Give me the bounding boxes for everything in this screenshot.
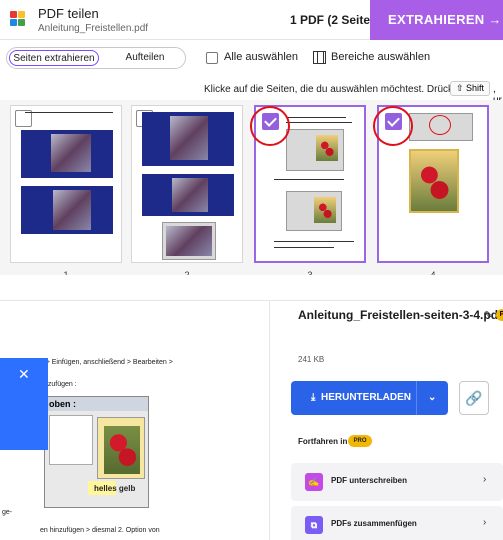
chevron-down-icon[interactable]: ⌄ bbox=[428, 381, 436, 415]
text-line bbox=[286, 117, 346, 118]
photo-grid-image bbox=[170, 116, 208, 160]
page-thumbnail-1[interactable] bbox=[10, 105, 122, 263]
screen: PDF teilen Anleitung_Freistellen.pdf 1 P… bbox=[0, 0, 503, 540]
action-sign-pdf[interactable]: ✍ PDF unterschreiben › bbox=[291, 463, 503, 501]
output-filename: Anleitung_Freistellen-seiten-3-4.pdf bbox=[298, 308, 503, 322]
download-button[interactable]: ⤓ HERUNTERLADEN ⌄ bbox=[291, 381, 448, 415]
dialog-frame bbox=[97, 417, 145, 479]
extract-button[interactable]: EXTRAHIEREN → bbox=[370, 0, 503, 40]
file-size: 241 KB bbox=[298, 355, 325, 364]
select-ranges-label[interactable]: Bereiche auswählen bbox=[331, 51, 430, 63]
selection-hint: Klicke auf die Seiten, die du auswählen … bbox=[204, 84, 476, 95]
download-text: HERUNTERLADEN bbox=[320, 392, 411, 403]
pdf-count: 1 PDF (2 Seite) bbox=[290, 13, 375, 27]
link-icon[interactable]: 🔗 bbox=[459, 381, 489, 415]
file-name: Anleitung_Freistellen.pdf bbox=[38, 23, 149, 34]
dialog-list bbox=[49, 415, 93, 465]
result-window: en > Einfügen, anschließend > Bearbeiten… bbox=[0, 300, 503, 540]
sign-icon: ✍ bbox=[305, 473, 323, 491]
app-logo-icon bbox=[10, 11, 26, 27]
annotation-circle bbox=[373, 106, 413, 146]
tab-extract-pages[interactable]: Seiten extrahieren bbox=[9, 50, 99, 66]
action-label: PDFs zusammenfügen bbox=[331, 519, 417, 528]
flower-image bbox=[316, 135, 338, 161]
shift-key-badge: ⇧ Shift bbox=[450, 81, 490, 96]
edit-pencil-icon[interactable]: ✎ bbox=[484, 310, 492, 321]
close-panel[interactable]: ✕ bbox=[0, 358, 48, 450]
divider bbox=[416, 381, 417, 415]
separator bbox=[0, 275, 503, 300]
action-label: PDF unterschreiben bbox=[331, 476, 408, 485]
close-icon[interactable]: ✕ bbox=[18, 366, 30, 383]
chevron-right-icon: › bbox=[483, 517, 487, 528]
chevron-right-icon: › bbox=[483, 474, 487, 485]
tool-title: PDF teilen bbox=[38, 6, 99, 21]
page-thumbnail-2[interactable] bbox=[131, 105, 243, 263]
annotation-circle bbox=[250, 106, 290, 146]
select-all-label[interactable]: Alle auswählen bbox=[224, 51, 298, 63]
select-all-checkbox[interactable] bbox=[206, 52, 218, 64]
flower-image bbox=[409, 149, 459, 213]
preview-text-line: nzufügen : bbox=[44, 381, 77, 388]
preview-text-line: en > Einfügen, anschließend > Bearbeiten… bbox=[36, 359, 173, 366]
action-merge-pdfs[interactable]: ⧉ PDFs zusammenfügen › bbox=[291, 506, 503, 540]
ranges-icon[interactable] bbox=[313, 51, 326, 64]
annotation-circle bbox=[429, 115, 451, 135]
download-icon: ⤓ bbox=[311, 392, 316, 403]
top-bar: PDF teilen Anleitung_Freistellen.pdf 1 P… bbox=[0, 0, 503, 40]
text-line bbox=[274, 241, 354, 242]
continue-label: Fortfahren in bbox=[298, 437, 348, 446]
color-label: helles gelb bbox=[94, 484, 136, 493]
flower-image bbox=[314, 197, 336, 223]
pro-badge: PRO bbox=[348, 435, 372, 447]
mode-tabs: Seiten extrahieren Aufteilen bbox=[6, 47, 186, 69]
preview-text-line: ge- bbox=[2, 509, 13, 516]
merge-icon: ⧉ bbox=[305, 516, 323, 534]
preview-dialog-title: oben : bbox=[45, 397, 148, 411]
tab-split[interactable]: Aufteilen bbox=[107, 50, 183, 66]
preview-text-line: en hinzufügen > diesmal 2. Option von bbox=[40, 527, 160, 534]
photo-grid-image bbox=[166, 226, 212, 256]
photo-grid-image bbox=[53, 190, 91, 230]
flower-image bbox=[104, 426, 140, 474]
text-line bbox=[274, 247, 334, 248]
pro-dot-icon: P bbox=[496, 309, 503, 321]
text-line bbox=[286, 122, 352, 123]
pdf-preview: en > Einfügen, anschließend > Bearbeiten… bbox=[0, 301, 270, 540]
photo-grid-image bbox=[51, 134, 91, 172]
text-line bbox=[274, 179, 344, 180]
photo-grid-image bbox=[172, 178, 208, 212]
split-pdf-window: PDF teilen Anleitung_Freistellen.pdf 1 P… bbox=[0, 0, 503, 275]
text-line bbox=[25, 112, 113, 113]
download-label[interactable]: ⤓ HERUNTERLADEN bbox=[311, 381, 411, 415]
